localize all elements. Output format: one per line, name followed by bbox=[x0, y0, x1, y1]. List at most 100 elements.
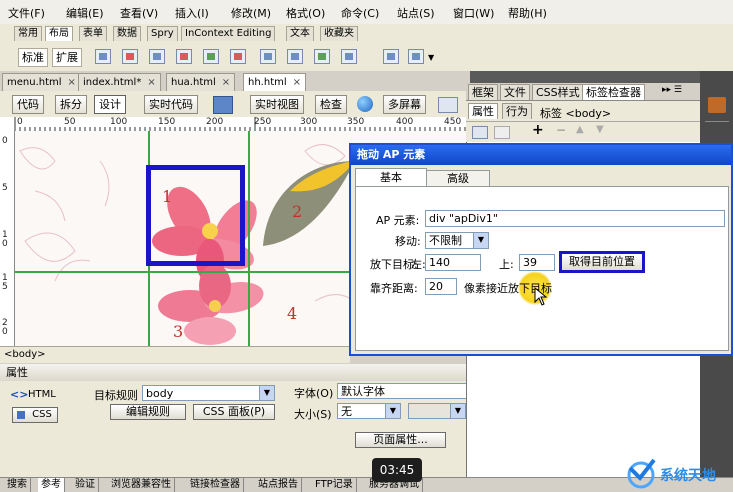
dialog-title[interactable]: 拖动 AP 元素 bbox=[351, 145, 731, 165]
insert-tab-spry[interactable]: Spry bbox=[147, 26, 178, 41]
insert-tab-common[interactable]: 常用 bbox=[14, 26, 42, 41]
div-tag-icon[interactable] bbox=[95, 49, 111, 64]
insert-tab-forms[interactable]: 表单 bbox=[79, 26, 107, 41]
insert-tab-layout[interactable]: 布局 bbox=[45, 26, 73, 41]
table-layout-icon[interactable] bbox=[287, 49, 303, 64]
tab-files[interactable]: 文件 bbox=[500, 84, 530, 100]
top-input[interactable]: 39 bbox=[519, 254, 555, 271]
arrow-up-icon[interactable]: ▲ bbox=[576, 124, 584, 135]
menu-view[interactable]: 查看(V) bbox=[120, 5, 158, 21]
tab-tag-inspector[interactable]: 标签检查器 bbox=[582, 84, 645, 100]
insert-tab-text[interactable]: 文本 bbox=[286, 26, 314, 41]
left-input[interactable]: 140 bbox=[425, 254, 481, 271]
view-options-icon[interactable] bbox=[438, 97, 458, 113]
chevron-down-icon[interactable]: ▼ bbox=[428, 53, 434, 62]
split-view-button[interactable]: 拆分 bbox=[55, 95, 87, 114]
size-unit-select[interactable]: ▼ bbox=[408, 403, 466, 419]
frameset-icon[interactable] bbox=[383, 49, 399, 64]
snap-distance-label: 靠齐距离: bbox=[370, 282, 418, 295]
insert-tab-favorites[interactable]: 收藏夹 bbox=[320, 26, 358, 41]
tab-link-checker[interactable]: 链接检查器 bbox=[187, 478, 244, 492]
category-view-icon[interactable] bbox=[472, 126, 488, 139]
menu-help[interactable]: 帮助(H) bbox=[508, 5, 547, 21]
drag-ap-element-dialog: 拖动 AP 元素 基本 高级 AP 元素: div "apDiv1" 移动: 不… bbox=[349, 143, 733, 356]
menu-modify[interactable]: 修改(M) bbox=[231, 5, 271, 21]
vertical-ruler: 0 5 1 0 1 5 2 0 bbox=[0, 131, 15, 346]
multiscreen-button[interactable]: 多屏幕 bbox=[383, 95, 426, 114]
toolbox-icon[interactable] bbox=[708, 97, 726, 113]
table-insert-icon[interactable] bbox=[314, 49, 330, 64]
plus-icon[interactable]: + bbox=[532, 122, 544, 138]
menu-insert[interactable]: 插入(I) bbox=[175, 5, 209, 21]
tab-validation[interactable]: 验证 bbox=[72, 478, 99, 492]
close-icon[interactable]: × bbox=[68, 77, 76, 88]
design-view-button[interactable]: 设计 bbox=[94, 95, 126, 114]
inspect-button[interactable]: 检查 bbox=[315, 95, 347, 114]
edit-rule-button[interactable]: 编辑规则 bbox=[110, 404, 186, 420]
tab-attributes[interactable]: 属性 bbox=[468, 103, 498, 119]
page-properties-button[interactable]: 页面属性... bbox=[355, 432, 446, 448]
doc-tab-index[interactable]: index.html* × bbox=[78, 73, 161, 92]
minus-icon[interactable]: − bbox=[556, 123, 566, 137]
standard-mode-button[interactable]: 标准 bbox=[18, 48, 48, 67]
list-view-icon[interactable] bbox=[494, 126, 510, 139]
properties-header[interactable]: 属性 bbox=[0, 364, 470, 382]
region-label-3: 3 bbox=[173, 322, 184, 341]
move-select[interactable]: 不限制 ▼ bbox=[425, 232, 489, 249]
html-mode-icon[interactable]: <> bbox=[10, 388, 28, 401]
panel-menu-icon[interactable]: ▸▸ ☰ bbox=[662, 85, 682, 95]
check-browser-icon[interactable] bbox=[213, 96, 233, 114]
table-icon[interactable] bbox=[260, 49, 276, 64]
doc-tab-menu[interactable]: menu.html × bbox=[2, 73, 81, 92]
tab-frames[interactable]: 框架 bbox=[468, 84, 498, 100]
code-view-button[interactable]: 代码 bbox=[12, 95, 44, 114]
menu-edit[interactable]: 编辑(E) bbox=[66, 5, 104, 21]
tab-css-styles[interactable]: CSS样式 bbox=[532, 84, 584, 100]
menu-file[interactable]: 文件(F) bbox=[8, 5, 45, 21]
doc-tab-hua[interactable]: hua.html × bbox=[166, 73, 236, 92]
get-current-position-button[interactable]: 取得目前位置 bbox=[559, 251, 645, 273]
tab-basic[interactable]: 基本 bbox=[355, 168, 427, 187]
guide-line[interactable] bbox=[248, 131, 250, 346]
spry-menu-icon[interactable] bbox=[149, 49, 165, 64]
body-tag[interactable]: <body> bbox=[4, 349, 46, 360]
arrow-down-icon[interactable]: ▼ bbox=[596, 124, 604, 135]
frames-icon[interactable] bbox=[408, 49, 424, 64]
live-code-button[interactable]: 实时代码 bbox=[144, 95, 198, 114]
html-mode-button[interactable]: HTML bbox=[28, 389, 56, 400]
spry-tabs-icon[interactable] bbox=[176, 49, 192, 64]
tab-search[interactable]: 搜索 bbox=[4, 478, 31, 492]
tab-advanced[interactable]: 高级 bbox=[426, 170, 490, 187]
menu-window[interactable]: 窗口(W) bbox=[453, 5, 494, 21]
ruler-label: 250 bbox=[254, 117, 272, 127]
menu-commands[interactable]: 命令(C) bbox=[341, 5, 379, 21]
ap-div-selection[interactable] bbox=[146, 165, 245, 266]
menu-site[interactable]: 站点(S) bbox=[397, 5, 435, 21]
tab-behaviors[interactable]: 行为 bbox=[502, 103, 532, 119]
expanded-mode-button[interactable]: 扩展 bbox=[52, 48, 82, 67]
close-icon[interactable]: × bbox=[293, 77, 301, 88]
close-icon[interactable]: × bbox=[147, 77, 155, 88]
spry-accordion-icon[interactable] bbox=[203, 49, 219, 64]
tab-site-reports[interactable]: 站点报告 bbox=[255, 478, 302, 492]
snap-distance-input[interactable]: 20 bbox=[425, 278, 457, 295]
size-select[interactable]: 无 ▼ bbox=[337, 403, 401, 419]
font-select[interactable]: 默认字体 bbox=[337, 383, 467, 399]
css-panel-button[interactable]: CSS 面板(P) bbox=[193, 404, 275, 420]
menu-format[interactable]: 格式(O) bbox=[286, 5, 325, 21]
insert-tab-data[interactable]: 数据 bbox=[113, 26, 141, 41]
ap-element-select[interactable]: div "apDiv1" bbox=[425, 210, 725, 227]
doc-tab-hh[interactable]: hh.html × bbox=[243, 73, 307, 92]
tab-browser-compat[interactable]: 浏览器兼容性 bbox=[108, 478, 175, 492]
globe-icon[interactable] bbox=[357, 96, 373, 112]
close-icon[interactable]: × bbox=[222, 77, 230, 88]
font-value: 默认字体 bbox=[341, 385, 385, 398]
insert-tab-incontext[interactable]: InContext Editing bbox=[181, 26, 276, 41]
target-rule-select[interactable]: body ▼ bbox=[142, 385, 275, 401]
tab-ftp-log[interactable]: FTP记录 bbox=[312, 478, 357, 492]
spry-collapsible-icon[interactable] bbox=[230, 49, 246, 64]
tab-reference[interactable]: 参考 bbox=[38, 478, 65, 492]
live-view-button[interactable]: 实时视图 bbox=[250, 95, 304, 114]
iframe-icon[interactable] bbox=[341, 49, 357, 64]
ap-div-icon[interactable] bbox=[122, 49, 138, 64]
